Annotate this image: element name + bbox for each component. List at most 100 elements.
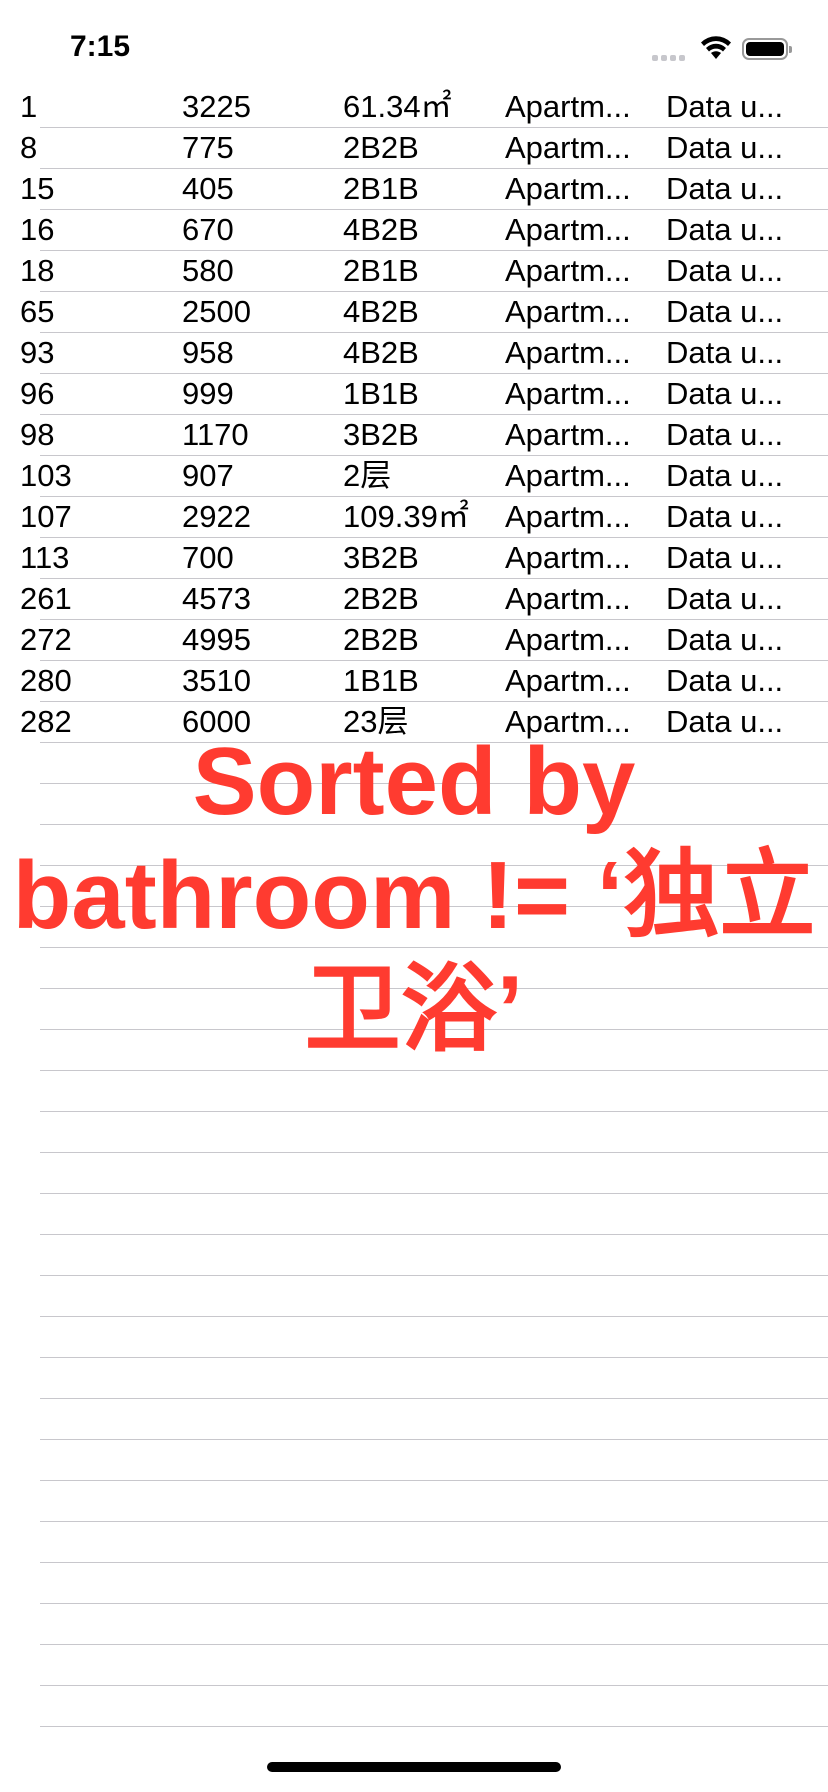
wifi-icon bbox=[701, 36, 731, 59]
cell-type: Apartm... bbox=[505, 540, 631, 575]
cell-id: 113 bbox=[20, 540, 70, 575]
cell-price: 999 bbox=[182, 376, 234, 411]
table-row[interactable]: 113 700 3B2B Apartm... Data u... bbox=[0, 538, 828, 579]
status-time: 7:15 bbox=[70, 30, 131, 63]
row-separator bbox=[40, 1439, 828, 1440]
annotation-text: Sorted by bathroom != ‘独立卫浴’ bbox=[12, 728, 816, 1063]
cell-source: Data u... bbox=[666, 622, 784, 657]
cell-type: Apartm... bbox=[505, 499, 631, 534]
cell-id: 1 bbox=[20, 89, 38, 124]
row-separator bbox=[40, 1357, 828, 1358]
table-row[interactable]: 107 2922 109.39㎡ Apartm... Data u... bbox=[0, 497, 828, 538]
row-separator bbox=[40, 1480, 828, 1481]
cell-price: 580 bbox=[182, 253, 234, 288]
cell-type: Apartm... bbox=[505, 212, 631, 247]
cell-layout: 2B2B bbox=[343, 622, 419, 657]
cell-price: 670 bbox=[182, 212, 234, 247]
cell-type: Apartm... bbox=[505, 335, 631, 370]
home-indicator[interactable] bbox=[267, 1762, 561, 1772]
row-separator bbox=[40, 1521, 828, 1522]
cell-source: Data u... bbox=[666, 540, 784, 575]
row-separator bbox=[40, 1234, 828, 1235]
cell-layout: 1B1B bbox=[343, 376, 419, 411]
cell-layout: 61.34㎡ bbox=[343, 89, 452, 124]
cell-price: 907 bbox=[182, 458, 234, 493]
cell-type: Apartm... bbox=[505, 663, 631, 698]
table-row[interactable]: 98 1170 3B2B Apartm... Data u... bbox=[0, 415, 828, 456]
cell-id: 96 bbox=[20, 376, 55, 411]
cell-source: Data u... bbox=[666, 171, 784, 206]
cell-price: 4995 bbox=[182, 622, 251, 657]
cell-layout: 2B1B bbox=[343, 253, 419, 288]
cell-source: Data u... bbox=[666, 294, 784, 329]
cell-layout: 2层 bbox=[343, 458, 392, 493]
row-separator bbox=[40, 1562, 828, 1563]
cell-layout: 4B2B bbox=[343, 212, 419, 247]
table-row[interactable]: 1 3225 61.34㎡ Apartm... Data u... bbox=[0, 87, 828, 128]
cell-price: 958 bbox=[182, 335, 234, 370]
cell-price: 775 bbox=[182, 130, 234, 165]
row-separator bbox=[40, 1193, 828, 1194]
row-separator bbox=[40, 1644, 828, 1645]
cell-price: 700 bbox=[182, 540, 234, 575]
row-separator bbox=[40, 1316, 828, 1317]
cell-source: Data u... bbox=[666, 212, 784, 247]
cell-id: 280 bbox=[20, 663, 72, 698]
cell-layout: 2B2B bbox=[343, 130, 419, 165]
cell-price: 2922 bbox=[182, 499, 251, 534]
table-row[interactable]: 8 775 2B2B Apartm... Data u... bbox=[0, 128, 828, 169]
cell-source: Data u... bbox=[666, 417, 784, 452]
battery-icon bbox=[742, 38, 792, 60]
cell-layout: 109.39㎡ bbox=[343, 499, 469, 534]
cell-type: Apartm... bbox=[505, 458, 631, 493]
cell-id: 93 bbox=[20, 335, 55, 370]
cell-id: 272 bbox=[20, 622, 72, 657]
table-row[interactable]: 272 4995 2B2B Apartm... Data u... bbox=[0, 620, 828, 661]
table-row[interactable]: 261 4573 2B2B Apartm... Data u... bbox=[0, 579, 828, 620]
cell-type: Apartm... bbox=[505, 294, 631, 329]
row-separator bbox=[40, 1603, 828, 1604]
cell-source: Data u... bbox=[666, 581, 784, 616]
data-table: 1 3225 61.34㎡ Apartm... Data u... 8 775 2B2B Apa… bbox=[0, 87, 828, 743]
cell-type: Apartm... bbox=[505, 376, 631, 411]
table-row[interactable]: 103 907 2层 Apartm... Data u... bbox=[0, 456, 828, 497]
cell-id: 16 bbox=[20, 212, 55, 247]
status-bar: 7:15 bbox=[0, 0, 828, 88]
cell-source: Data u... bbox=[666, 253, 784, 288]
cell-type: Apartm... bbox=[505, 622, 631, 657]
table-row[interactable]: 15 405 2B1B Apartm... Data u... bbox=[0, 169, 828, 210]
cell-type: Apartm... bbox=[505, 171, 631, 206]
cell-layout: 2B2B bbox=[343, 581, 419, 616]
table-row[interactable]: 280 3510 1B1B Apartm... Data u... bbox=[0, 661, 828, 702]
cell-type: Apartm... bbox=[505, 581, 631, 616]
table-row[interactable]: 65 2500 4B2B Apartm... Data u... bbox=[0, 292, 828, 333]
cell-id: 65 bbox=[20, 294, 55, 329]
table-row[interactable]: 93 958 4B2B Apartm... Data u... bbox=[0, 333, 828, 374]
cellular-signal-icon bbox=[652, 55, 685, 61]
table-row[interactable]: 96 999 1B1B Apartm... Data u... bbox=[0, 374, 828, 415]
cell-layout: 3B2B bbox=[343, 540, 419, 575]
cell-source: Data u... bbox=[666, 663, 784, 698]
cell-layout: 2B1B bbox=[343, 171, 419, 206]
cell-id: 261 bbox=[20, 581, 72, 616]
row-separator bbox=[40, 1685, 828, 1686]
row-separator bbox=[40, 1111, 828, 1112]
cell-source: Data u... bbox=[666, 458, 784, 493]
cell-price: 405 bbox=[182, 171, 234, 206]
row-separator bbox=[40, 1070, 828, 1071]
cell-id: 8 bbox=[20, 130, 38, 165]
cell-layout: 1B1B bbox=[343, 663, 419, 698]
cell-price: 3510 bbox=[182, 663, 251, 698]
table-row[interactable]: 16 670 4B2B Apartm... Data u... bbox=[0, 210, 828, 251]
cell-price: 1170 bbox=[182, 417, 249, 452]
cell-type: Apartm... bbox=[505, 130, 631, 165]
cell-source: Data u... bbox=[666, 130, 784, 165]
cell-price: 2500 bbox=[182, 294, 251, 329]
cell-id: 18 bbox=[20, 253, 55, 288]
cell-layout: 4B2B bbox=[343, 294, 419, 329]
cell-source: Data u... bbox=[666, 376, 784, 411]
cell-type: Apartm... bbox=[505, 253, 631, 288]
cell-id: 98 bbox=[20, 417, 55, 452]
table-row[interactable]: 18 580 2B1B Apartm... Data u... bbox=[0, 251, 828, 292]
cell-layout: 4B2B bbox=[343, 335, 419, 370]
